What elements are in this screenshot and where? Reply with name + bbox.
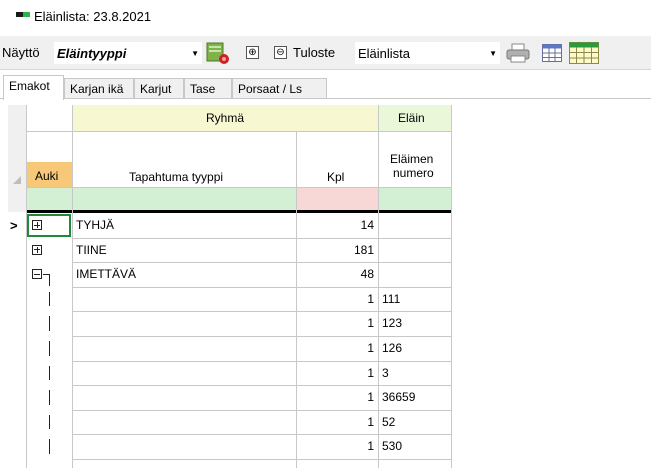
current-row-indicator: > <box>10 218 18 233</box>
tree-connector <box>49 439 50 454</box>
kpl-header-label[interactable]: Kpl <box>327 170 344 184</box>
filter-tapahtuma[interactable] <box>72 187 296 210</box>
tab-karjut[interactable]: Karjut <box>134 78 184 99</box>
tree-connector <box>49 365 50 381</box>
tab-porsaat-ls[interactable]: Porsaat / Ls <box>232 78 327 99</box>
elaimen-header-label-2[interactable]: numero <box>393 166 434 180</box>
tapahtuma-cell: TIINE <box>76 242 107 257</box>
collapse-all-button[interactable]: ⊖ <box>274 46 287 59</box>
numero-cell[interactable]: 52 <box>382 415 395 429</box>
printer-icon[interactable] <box>506 43 530 63</box>
title-bar: Eläinlista: 23.8.2021 <box>0 0 651 34</box>
grid-view-icon[interactable] <box>542 44 562 62</box>
settings-gear-icon[interactable] <box>205 40 231 66</box>
tree-connector <box>49 390 50 405</box>
filter-auki[interactable] <box>26 187 72 210</box>
elaimen-header-label-1[interactable]: Eläimen <box>390 152 433 166</box>
chevron-down-icon: ▼ <box>489 49 497 58</box>
row-separator <box>72 336 451 337</box>
data-grid: Ryhmä Eläin Auki Tapahtuma tyyppi Kpl El… <box>8 105 651 468</box>
tab-tase[interactable]: Tase <box>184 78 232 99</box>
view-value: Eläintyyppi <box>57 46 127 61</box>
kpl-cell: 1 <box>367 316 374 331</box>
kpl-cell: 1 <box>367 414 374 429</box>
tree-connector <box>49 316 50 331</box>
tapahtuma-header-label[interactable]: Tapahtuma tyyppi <box>129 170 223 184</box>
kpl-cell: 1 <box>367 341 374 355</box>
print-value: Eläinlista <box>358 46 411 61</box>
numero-cell[interactable]: 36659 <box>382 390 415 404</box>
tapahtuma-cell: TYHJÄ <box>76 218 115 232</box>
print-combo[interactable]: Eläinlista ▼ <box>355 42 500 64</box>
window-title: Eläinlista: 23.8.2021 <box>34 9 152 24</box>
tab-divider <box>0 98 651 99</box>
row-separator <box>72 286 451 288</box>
group-elain-label: Eläin <box>398 111 425 125</box>
tab-strip: Emakot Karjan ikä Karjut Tase Porsaat / … <box>0 75 651 100</box>
filter-numero[interactable] <box>378 187 451 210</box>
numero-cell[interactable]: 530 <box>382 439 402 453</box>
tree-connector <box>49 414 50 430</box>
filter-kpl[interactable] <box>296 187 378 210</box>
numero-cell[interactable]: 126 <box>382 341 402 355</box>
kpl-cell: 1 <box>367 439 374 454</box>
kpl-cell: 181 <box>353 242 374 257</box>
collapse-node-icon[interactable] <box>32 269 42 280</box>
expand-node-icon[interactable] <box>32 220 42 230</box>
group-ryhma-label: Ryhmä <box>206 111 245 125</box>
tree-connector <box>49 341 50 356</box>
print-label: Tuloste <box>293 45 336 60</box>
auki-header-label: Auki <box>35 169 59 183</box>
numero-cell[interactable]: 3 <box>382 366 389 380</box>
row-separator <box>72 409 451 411</box>
expand-all-button[interactable]: ⊕ <box>246 46 259 59</box>
numero-cell[interactable]: 111 <box>382 292 400 306</box>
calendar-icon[interactable] <box>569 42 599 64</box>
kpl-cell: 14 <box>360 218 374 232</box>
view-label: Näyttö <box>2 45 40 60</box>
kpl-cell: 1 <box>367 291 374 306</box>
row-separator <box>72 262 451 264</box>
row-header-column <box>8 105 26 212</box>
row-separator <box>72 434 451 436</box>
toolbar: Näyttö Eläintyyppi ▼ ⊕ ⊖ Tuloste Eläinli… <box>0 36 651 70</box>
tab-emakot[interactable]: Emakot <box>3 75 64 100</box>
tree-connector <box>49 291 50 307</box>
chevron-down-icon: ▼ <box>191 49 199 58</box>
row-separator <box>72 385 451 387</box>
app-logo-icon <box>16 12 30 17</box>
kpl-cell: 1 <box>367 390 374 405</box>
numero-cell[interactable]: 123 <box>382 316 402 330</box>
tab-karjan-ika[interactable]: Karjan ikä <box>64 78 134 99</box>
sort-corner-icon <box>13 176 21 184</box>
row-separator <box>72 360 451 362</box>
row-separator <box>72 237 451 239</box>
tapahtuma-cell: IMETTÄVÄ <box>76 267 137 282</box>
kpl-cell: 48 <box>360 267 374 282</box>
expand-node-icon[interactable] <box>32 244 42 255</box>
tree-connector <box>49 274 50 287</box>
kpl-cell: 1 <box>367 365 374 380</box>
header-separator <box>26 210 451 213</box>
view-combo[interactable]: Eläintyyppi ▼ <box>54 42 202 64</box>
row-separator <box>72 459 451 460</box>
row-separator <box>72 311 451 313</box>
